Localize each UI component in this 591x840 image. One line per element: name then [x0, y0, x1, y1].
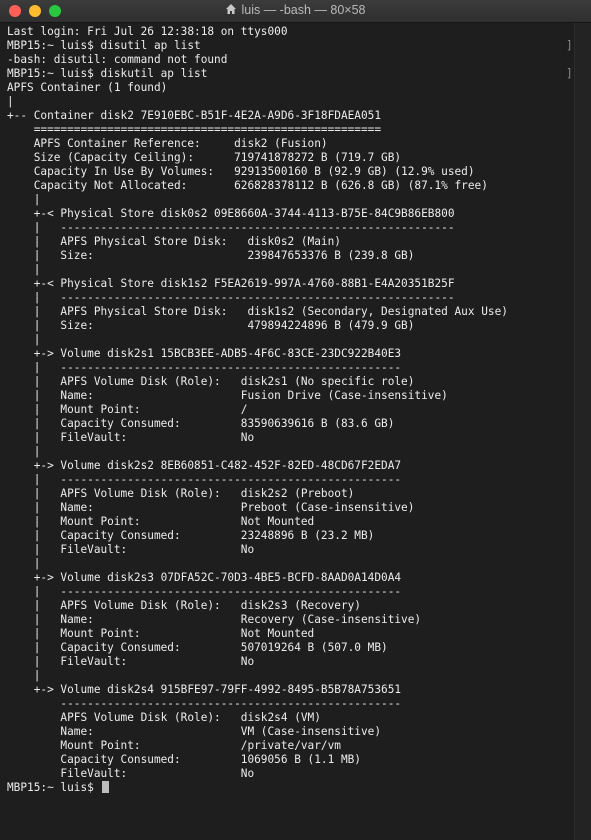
terminal-line: | --------------------------------------… — [7, 291, 455, 304]
terminal-line: | — [7, 263, 41, 276]
terminal-line: | — [7, 333, 41, 346]
terminal-line: MBP15:~ luis$ disutil ap list — [7, 39, 201, 52]
vertical-scrollbar[interactable] — [574, 23, 591, 840]
terminal-line: MBP15:~ luis$ diskutil ap list — [7, 67, 208, 80]
terminal-text: Last login: Fri Jul 26 12:38:18 on ttys0… — [0, 23, 575, 795]
terminal-line: | FileVault: No — [7, 543, 255, 556]
terminal-line: | Capacity Consumed: 23248896 B (23.2 MB… — [7, 529, 375, 542]
prompt-line[interactable]: MBP15:~ luis$ — [7, 781, 575, 795]
terminal-line: | FileVault: No — [7, 655, 255, 668]
window-title-area: luis — -bash — 80×58 — [0, 3, 591, 17]
terminal-line: | Name: Preboot (Case-insensitive) — [7, 501, 415, 514]
terminal-line: +-< Physical Store disk0s2 09E8660A-3744… — [7, 207, 455, 220]
terminal-line: +-> Volume disk2s1 15BCB3EE-ADB5-4F6C-83… — [7, 347, 402, 360]
terminal-line: +-< Physical Store disk1s2 F5EA2619-997A… — [7, 277, 455, 290]
terminal-line: | APFS Physical Store Disk: disk1s2 (Sec… — [7, 305, 508, 318]
terminal-output[interactable]: Last login: Fri Jul 26 12:38:18 on ttys0… — [0, 23, 575, 840]
terminal-line: +-> Volume disk2s4 915BFE97-79FF-4992-84… — [7, 683, 402, 696]
shell-prompt: MBP15:~ luis$ — [7, 781, 101, 794]
terminal-line: | APFS Volume Disk (Role): disk2s1 (No s… — [7, 375, 415, 388]
terminal-line: | Mount Point: / — [7, 403, 248, 416]
terminal-line: | — [7, 193, 41, 206]
terminal-line: | FileVault: No — [7, 431, 255, 444]
terminal-line: | Capacity Consumed: 507019264 B (507.0 … — [7, 641, 388, 654]
terminal-line: APFS Volume Disk (Role): disk2s4 (VM) — [7, 711, 321, 724]
terminal-line: Capacity In Use By Volumes: 92913500160 … — [7, 165, 475, 178]
terminal-line: APFS Container (1 found) — [7, 81, 168, 94]
terminal-line: | Mount Point: Not Mounted — [7, 515, 315, 528]
mark-bracket: ] — [566, 67, 573, 80]
terminal-line: | Size: 479894224896 B (479.9 GB) — [7, 319, 415, 332]
terminal-line: Mount Point: /private/var/vm — [7, 739, 341, 752]
text-cursor — [101, 781, 109, 793]
home-folder-icon — [226, 4, 237, 14]
terminal-line: +-> Volume disk2s3 07DFA52C-70D3-4BE5-BC… — [7, 571, 402, 584]
terminal-window: luis — -bash — 80×58 Last login: Fri Jul… — [0, 0, 591, 840]
terminal-line: | Size: 239847653376 B (239.8 GB) — [7, 249, 415, 262]
terminal-line: Capacity Consumed: 1069056 B (1.1 MB) — [7, 753, 361, 766]
terminal-line: | APFS Physical Store Disk: disk0s2 (Mai… — [7, 235, 341, 248]
terminal-line: | — [7, 669, 41, 682]
terminal-line: +-> Volume disk2s2 8EB60851-C482-452F-82… — [7, 459, 402, 472]
terminal-line: | --------------------------------------… — [7, 473, 402, 486]
terminal-line: | Name: Recovery (Case-insensitive) — [7, 613, 422, 626]
terminal-line: | — [7, 445, 41, 458]
terminal-line: | — [7, 95, 14, 108]
window-title: luis — -bash — 80×58 — [241, 3, 366, 17]
terminal-line: Name: VM (Case-insensitive) — [7, 725, 382, 738]
terminal-line: +-- Container disk2 7E910EBC-B51F-4E2A-A… — [7, 109, 382, 122]
terminal-line: -bash: disutil: command not found — [7, 53, 228, 66]
terminal-line: | --------------------------------------… — [7, 585, 402, 598]
terminal-line: | APFS Volume Disk (Role): disk2s3 (Reco… — [7, 599, 361, 612]
terminal-line: Capacity Not Allocated: 626828378112 B (… — [7, 179, 488, 192]
terminal-line: | Name: Fusion Drive (Case-insensitive) — [7, 389, 448, 402]
terminal-line: | APFS Volume Disk (Role): disk2s2 (Preb… — [7, 487, 355, 500]
title-bar[interactable]: luis — -bash — 80×58 — [0, 0, 591, 23]
terminal-line: ========================================… — [7, 123, 382, 136]
mark-bracket: ] — [566, 39, 573, 52]
terminal-line: | --------------------------------------… — [7, 361, 402, 374]
terminal-line: FileVault: No — [7, 767, 255, 780]
terminal-line: | --------------------------------------… — [7, 221, 455, 234]
terminal-line: | — [7, 557, 41, 570]
terminal-line: Last login: Fri Jul 26 12:38:18 on ttys0… — [7, 25, 288, 38]
terminal-line: | Capacity Consumed: 83590639616 B (83.6… — [7, 417, 395, 430]
terminal-line: Size (Capacity Ceiling): 719741878272 B … — [7, 151, 402, 164]
terminal-line: ----------------------------------------… — [7, 697, 402, 710]
terminal-line: APFS Container Reference: disk2 (Fusion) — [7, 137, 328, 150]
terminal-line: | Mount Point: Not Mounted — [7, 627, 315, 640]
